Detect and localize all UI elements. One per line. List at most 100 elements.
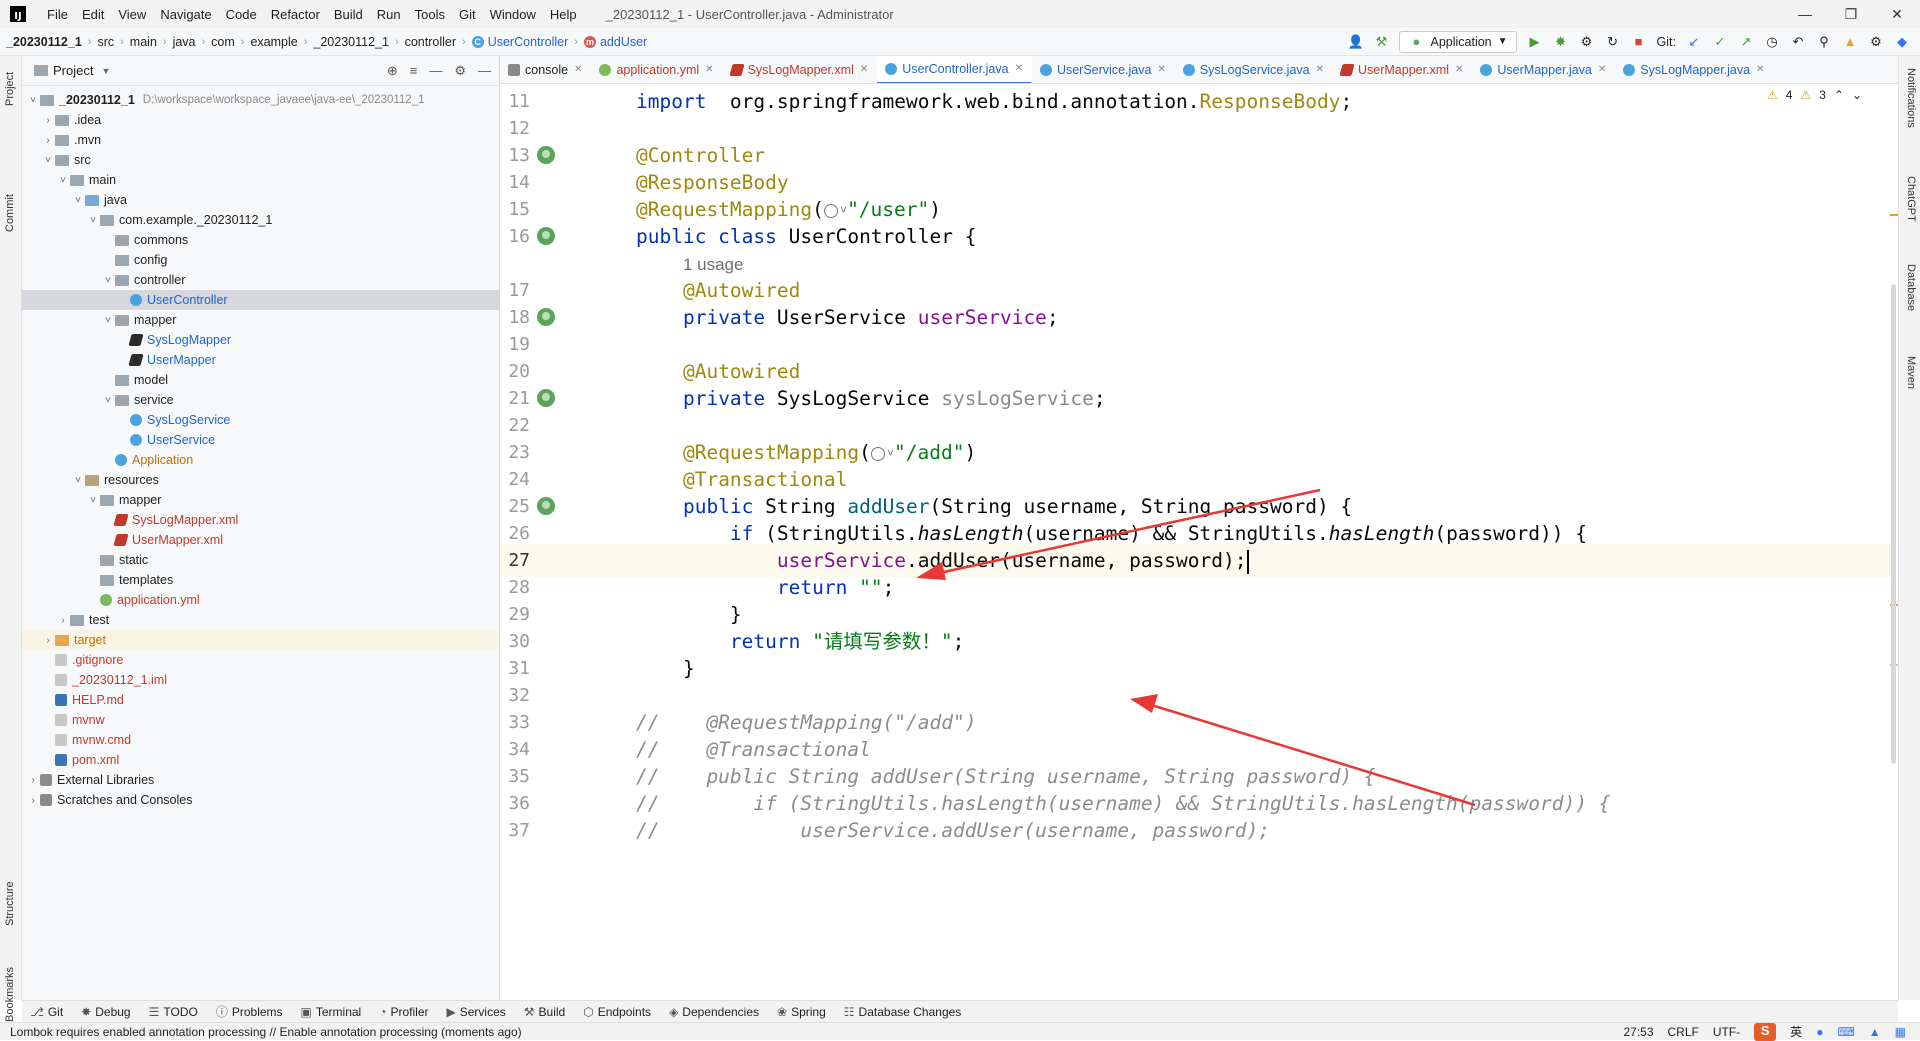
notifications-tool-button[interactable]: Notifications <box>1905 68 1917 128</box>
maven-tool-button[interactable]: Maven <box>1905 356 1917 389</box>
editor-tab[interactable]: application.yml ✕ <box>591 56 722 83</box>
coverage-icon[interactable]: ⚙ <box>1579 34 1595 50</box>
close-icon[interactable]: ✕ <box>1316 64 1324 75</box>
spring-bean-icon[interactable] <box>537 308 555 326</box>
close-icon[interactable]: ✕ <box>1874 6 1920 23</box>
close-icon[interactable]: ✕ <box>1015 63 1023 74</box>
breadcrumb-item[interactable]: src <box>97 35 114 49</box>
file-encoding[interactable]: UTF- <box>1713 1025 1740 1039</box>
rollback-icon[interactable]: ↶ <box>1790 34 1806 50</box>
expand-all-icon[interactable]: ≡ <box>410 63 418 79</box>
menu-edit[interactable]: Edit <box>75 7 111 22</box>
chevron-down-icon[interactable]: ˅ <box>887 446 894 460</box>
chevron-down-icon[interactable]: ˅ <box>86 215 100 226</box>
editor-tab[interactable]: SysLogMapper.java ✕ <box>1615 56 1773 83</box>
settings-icon[interactable]: ⚙ <box>1868 34 1884 50</box>
editor-tab[interactable]: UserMapper.xml ✕ <box>1333 56 1472 83</box>
search-icon[interactable]: ⚲ <box>1816 34 1832 50</box>
chevron-down-icon[interactable]: ˅ <box>101 395 115 406</box>
menu-run[interactable]: Run <box>370 7 408 22</box>
tree-node[interactable]: pom.xml <box>22 750 499 770</box>
menu-navigate[interactable]: Navigate <box>153 7 218 22</box>
tree-node[interactable]: ˅ mapper <box>22 310 499 330</box>
close-icon[interactable]: ✕ <box>705 64 713 75</box>
chevron-up-icon[interactable]: ⌃ <box>1834 88 1844 102</box>
tool-window-database-changes[interactable]: ☷ Database Changes <box>844 1005 962 1019</box>
chevron-right-icon[interactable]: › <box>41 635 55 646</box>
editor-tab[interactable]: console ✕ <box>500 56 591 83</box>
ime-icon[interactable]: S <box>1754 1022 1777 1041</box>
globe-icon[interactable] <box>823 203 838 218</box>
inspection-widget[interactable]: ⚠ 4 ⚠ 3 ⌃ ⌄ <box>1767 88 1862 102</box>
globe-icon[interactable] <box>870 446 885 461</box>
editor-tab[interactable]: UserService.java ✕ <box>1032 56 1175 83</box>
git-push-icon[interactable]: ↗ <box>1738 34 1754 50</box>
tree-node[interactable]: ˅ main <box>22 170 499 190</box>
breadcrumb-item[interactable]: java <box>173 35 196 49</box>
close-icon[interactable]: ✕ <box>860 64 868 75</box>
menu-tools[interactable]: Tools <box>408 7 452 22</box>
tool-window-build[interactable]: ⚒ Build <box>524 1005 565 1019</box>
tree-node[interactable]: › .idea <box>22 110 499 130</box>
minimize-icon[interactable]: — <box>1782 6 1828 23</box>
database-tool-button[interactable]: Database <box>1905 264 1917 311</box>
chevron-right-icon[interactable]: › <box>41 115 55 126</box>
tree-node[interactable]: UserService <box>22 430 499 450</box>
shirt-icon[interactable]: ▲ <box>1869 1025 1881 1039</box>
breadcrumb-item[interactable]: com <box>211 35 235 49</box>
tree-node[interactable]: _20230112_1.iml <box>22 670 499 690</box>
tree-node[interactable]: ˅ resources <box>22 470 499 490</box>
keyboard-icon[interactable]: ⌨ <box>1837 1025 1854 1039</box>
editor-scrollbar[interactable] <box>1888 84 1898 994</box>
tree-node[interactable]: ˅ com.example._20230112_1 <box>22 210 499 230</box>
tree-node[interactable]: UserMapper.xml <box>22 530 499 550</box>
chevron-down-icon[interactable]: ˅ <box>41 155 55 166</box>
editor-tab[interactable]: SysLogService.java ✕ <box>1175 56 1333 83</box>
breadcrumb-item[interactable]: _20230112_1 <box>313 35 389 49</box>
tool-window-profiler[interactable]: ◔ Profiler <box>379 1005 428 1019</box>
spring-bean-icon[interactable] <box>537 227 555 245</box>
chevron-down-icon[interactable]: ˅ <box>71 195 85 206</box>
maximize-icon[interactable]: ❐ <box>1828 6 1874 23</box>
tree-node[interactable]: ˅ java <box>22 190 499 210</box>
line-separator[interactable]: CRLF <box>1668 1025 1699 1039</box>
jetbrains-ai-icon[interactable]: ◆ <box>1894 34 1910 50</box>
chevron-down-icon[interactable]: ⌄ <box>1852 88 1862 102</box>
tree-node[interactable]: Application <box>22 450 499 470</box>
chevron-down-icon[interactable]: ˅ <box>101 275 115 286</box>
spring-bean-icon[interactable] <box>537 497 555 515</box>
tool-window-todo[interactable]: ☰ TODO <box>149 1005 198 1019</box>
tool-window-services[interactable]: ▶ Services <box>447 1005 506 1019</box>
run-icon[interactable]: ▶ <box>1527 34 1543 50</box>
run-configuration-select[interactable]: ● Application ▼ <box>1399 30 1517 53</box>
tree-node[interactable]: config <box>22 250 499 270</box>
close-icon[interactable]: ✕ <box>1455 64 1463 75</box>
tree-node[interactable]: templates <box>22 570 499 590</box>
update-icon[interactable]: ▲ <box>1842 34 1858 50</box>
user-icon[interactable]: 👤 <box>1347 34 1363 50</box>
menu-code[interactable]: Code <box>219 7 264 22</box>
commit-tool-button[interactable]: Commit <box>4 194 16 232</box>
bookmarks-tool-button[interactable]: Bookmarks <box>4 967 16 1022</box>
project-panel-title[interactable]: Project <box>53 63 93 78</box>
git-update-icon[interactable]: ↙ <box>1686 34 1702 50</box>
close-icon[interactable]: ✕ <box>1157 64 1165 75</box>
stop-icon[interactable]: ■ <box>1631 34 1647 50</box>
menu-git[interactable]: Git <box>452 7 483 22</box>
tree-node[interactable]: ˅ _20230112_1 D:\workspace\workspace_javae… <box>22 90 499 110</box>
chevron-down-icon[interactable]: ˅ <box>71 475 85 486</box>
caret-position[interactable]: 27:53 <box>1623 1025 1653 1039</box>
tool-window-spring[interactable]: ❀ Spring <box>777 1005 826 1019</box>
breadcrumb-item[interactable]: UserController <box>488 35 569 49</box>
menu-file[interactable]: File <box>40 7 75 22</box>
collapse-all-icon[interactable]: ― <box>429 63 442 79</box>
tool-window-terminal[interactable]: ▣ Terminal <box>301 1005 362 1019</box>
tree-node[interactable]: ˅ service <box>22 390 499 410</box>
debug-icon[interactable]: ✸ <box>1553 34 1569 50</box>
menu-view[interactable]: View <box>111 7 153 22</box>
menu-help[interactable]: Help <box>543 7 584 22</box>
close-icon[interactable]: ✕ <box>1756 64 1764 75</box>
chevron-down-icon[interactable]: ˅ <box>101 315 115 326</box>
project-tool-button[interactable]: Project <box>4 72 16 106</box>
tree-node[interactable]: ˅ controller <box>22 270 499 290</box>
